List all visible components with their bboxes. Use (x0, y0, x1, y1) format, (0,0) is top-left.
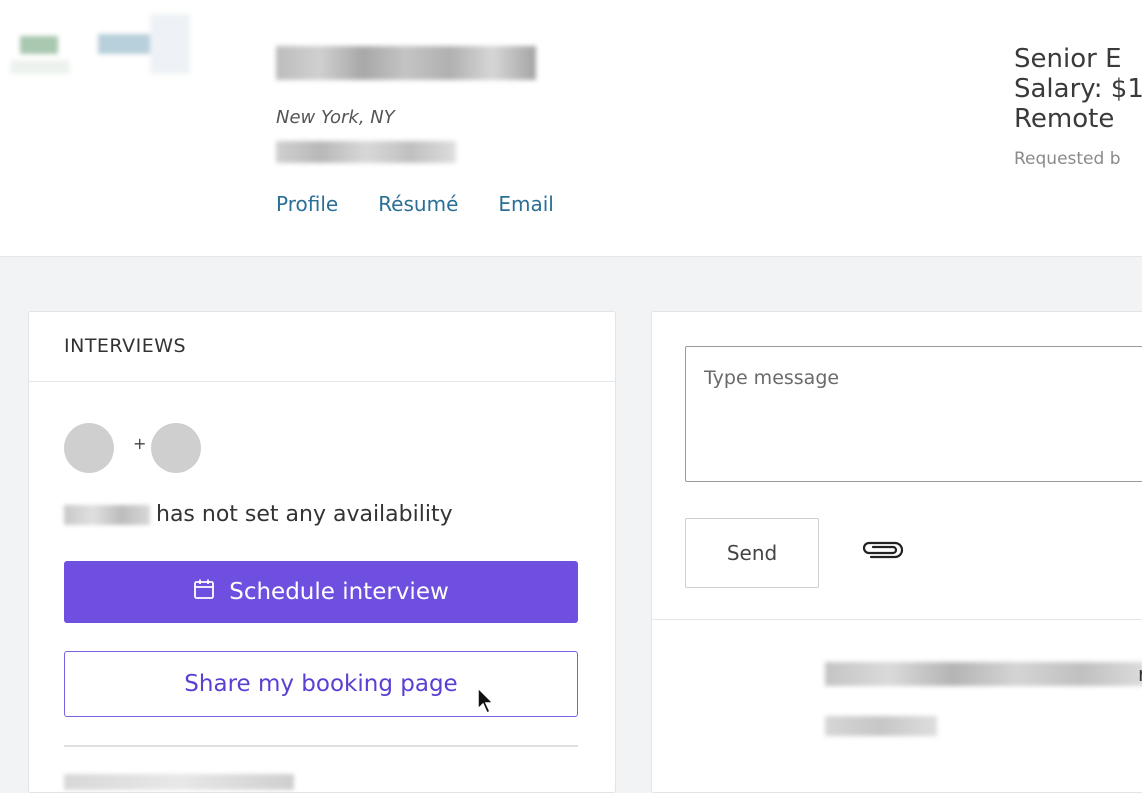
candidate-links: Profile Résumé Email (276, 192, 554, 216)
avatar (151, 423, 201, 473)
message-trailing-text: r (1138, 662, 1142, 686)
job-title: Senior E (1014, 44, 1122, 74)
schedule-interview-button[interactable]: Schedule interview (64, 561, 578, 623)
paperclip-icon[interactable] (857, 538, 905, 566)
job-work-type: Remote (1014, 104, 1115, 134)
requested-by: Requested b (1014, 149, 1121, 169)
candidate-name-redacted (64, 504, 150, 525)
interviews-footer-redacted (64, 774, 294, 790)
availability-status: has not set any availability (64, 502, 453, 527)
share-booking-page-button[interactable]: Share my booking page (64, 651, 578, 717)
job-summary: Senior E Salary: $1 Remote Requested b (1014, 44, 1142, 170)
company-logo (10, 14, 198, 80)
profile-link[interactable]: Profile (276, 192, 338, 216)
interviews-footer-divider (64, 745, 578, 747)
candidate-name-redacted (276, 46, 536, 80)
candidate-location: New York, NY (276, 107, 395, 128)
message-sender-redacted (825, 662, 1142, 686)
share-booking-page-label: Share my booking page (184, 671, 458, 697)
resume-link[interactable]: Résumé (378, 192, 458, 216)
plus-icon: + (133, 434, 147, 453)
interviews-title: INTERVIEWS (64, 335, 187, 357)
messages-card: Send r (651, 311, 1142, 793)
send-button[interactable]: Send (685, 518, 819, 588)
email-link[interactable]: Email (498, 192, 554, 216)
job-salary: Salary: $1 (1014, 74, 1142, 104)
message-time-redacted (825, 716, 937, 736)
schedule-interview-label: Schedule interview (229, 579, 449, 605)
calendar-icon (193, 578, 215, 606)
availability-text: has not set any availability (156, 502, 453, 527)
avatar (64, 423, 114, 473)
candidate-phone-redacted (276, 141, 456, 163)
interviews-divider (29, 381, 615, 382)
message-input[interactable] (685, 346, 1142, 482)
interviews-card: INTERVIEWS + has not set any availabilit… (28, 311, 616, 793)
candidate-header: New York, NY Profile Résumé Email Senior… (0, 0, 1142, 257)
cursor-icon (477, 686, 495, 715)
messages-divider (652, 619, 1142, 620)
